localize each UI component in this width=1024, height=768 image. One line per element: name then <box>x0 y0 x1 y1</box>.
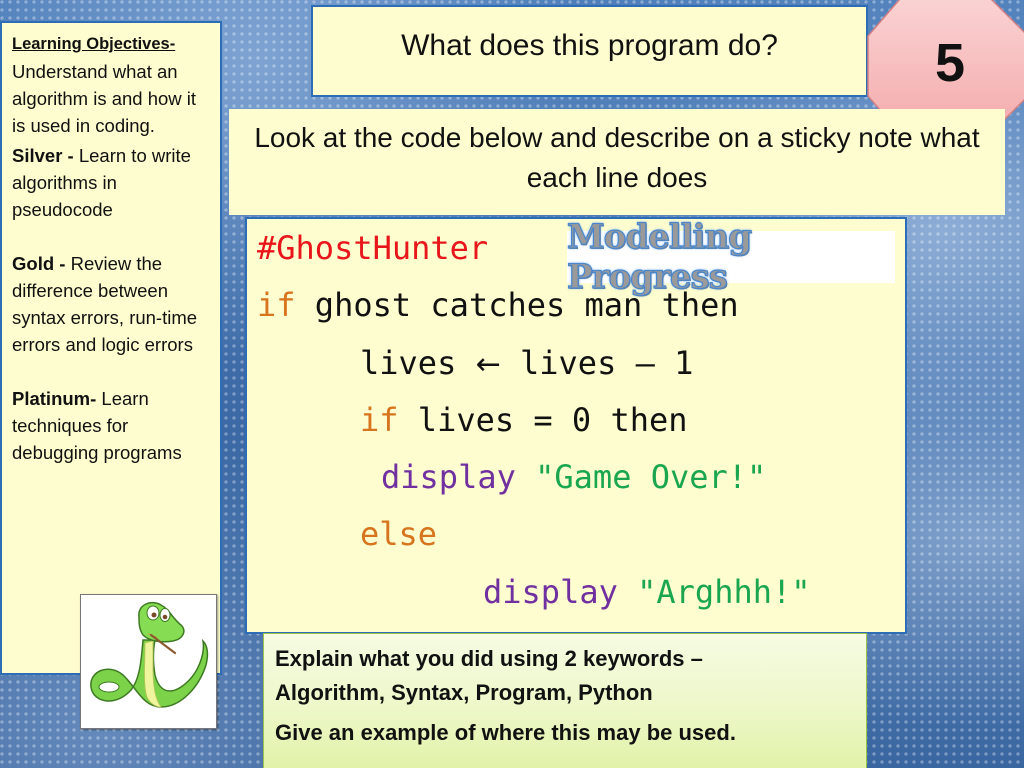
objectives-intro: Understand what an algorithm is and how … <box>12 61 197 136</box>
plenary-prompt-panel: Explain what you did using 2 keywords – … <box>263 633 867 768</box>
slide-number: 5 <box>934 33 966 93</box>
code-text: lives = 0 then <box>398 401 688 439</box>
python-snake-image <box>80 594 217 729</box>
function-display: display <box>483 573 618 611</box>
string-literal: "Arghhh!" <box>617 573 811 611</box>
objective-gold: Gold - Review the difference between syn… <box>12 250 212 358</box>
keyword-if: if <box>360 401 399 439</box>
code-text: ghost catches man then <box>295 286 739 324</box>
modelling-progress-logo: Modelling Progress <box>566 216 895 298</box>
string-literal: "Game Over!" <box>515 458 767 496</box>
code-comment: #GhostHunter <box>257 229 489 267</box>
explain-line-1: Explain what you did using 2 keywords – <box>275 646 703 671</box>
code-line-1: if ghost catches man then <box>257 286 739 324</box>
explain-keywords: Algorithm, Syntax, Program, Python <box>275 680 653 705</box>
explain-line-3: Give an example of where this may be use… <box>275 720 736 745</box>
objectives-heading: Learning Objectives- <box>12 35 176 53</box>
pseudocode-panel: #GhostHunter Modelling Progress if ghost… <box>245 216 907 634</box>
objective-silver-label: Silver - <box>12 145 74 166</box>
code-text: lives <box>360 344 476 382</box>
function-display: display <box>381 458 516 496</box>
objective-silver: Silver - Learn to write algorithms in ps… <box>12 142 212 223</box>
code-line-4: display "Game Over!" <box>381 458 766 496</box>
slide-title: What does this program do? <box>311 5 868 97</box>
code-line-3: if lives = 0 then <box>360 401 688 439</box>
instruction-text: Look at the code below and describe on a… <box>229 109 1005 215</box>
keyword-if: if <box>257 286 296 324</box>
left-arrow-icon: ← <box>475 347 501 382</box>
code-line-5: else <box>360 515 438 553</box>
code-line-6: display "Arghhh!" <box>483 573 811 611</box>
logo-text: Modelling Progress <box>566 216 752 297</box>
learning-objectives-panel: Learning Objectives- Understand what an … <box>0 21 222 675</box>
code-text: lives – 1 <box>500 344 694 382</box>
objective-platinum-label: Platinum- <box>12 388 97 409</box>
snake-icon <box>90 601 209 708</box>
objective-gold-label: Gold - <box>12 253 66 274</box>
objective-platinum: Platinum- Learn techniques for debugging… <box>12 385 212 466</box>
code-line-2: lives ← lives – 1 <box>360 344 693 382</box>
